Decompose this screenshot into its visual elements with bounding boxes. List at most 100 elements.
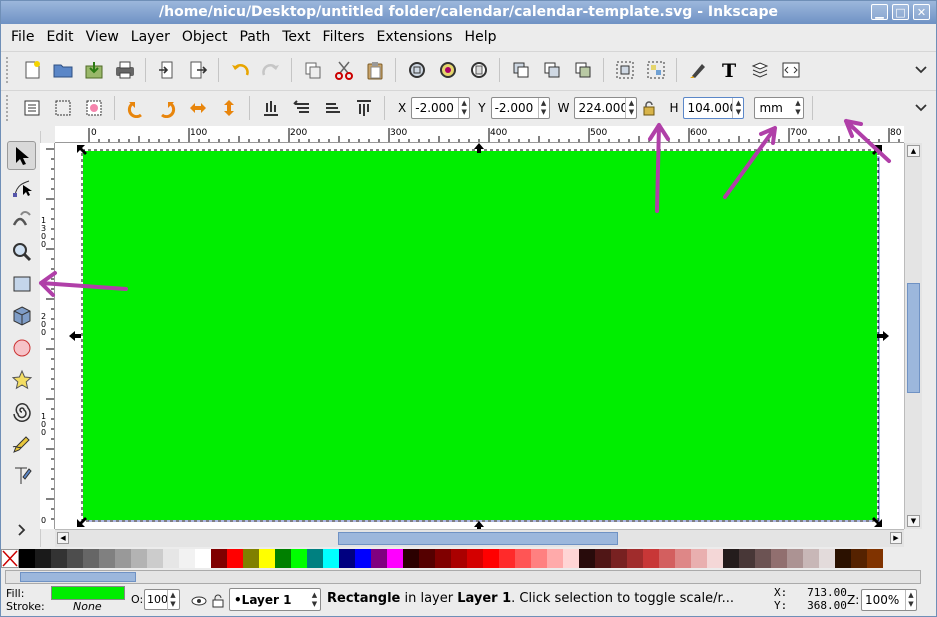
color-swatch[interactable] [163,549,179,568]
zoom-page-icon[interactable] [465,56,492,83]
scroll-up-icon[interactable]: ▲ [907,145,920,157]
color-swatch[interactable] [627,549,643,568]
xml-editor-icon[interactable] [777,56,804,83]
close-button[interactable]: ✕ [913,4,930,20]
pen-tool-icon[interactable] [7,461,36,490]
lock-proportions-icon[interactable] [639,94,659,121]
color-swatch[interactable] [179,549,195,568]
palette-scrollbar[interactable] [5,570,921,584]
vertical-scroll-thumb[interactable] [907,283,920,393]
color-swatch[interactable] [403,549,419,568]
save-icon[interactable] [80,56,107,83]
color-swatch[interactable] [99,549,115,568]
w-spinbox[interactable]: ▲▼ [574,96,638,119]
title-bar[interactable]: /home/nicu/Desktop/untitled folder/calen… [1,1,936,24]
color-swatch[interactable] [835,549,851,568]
scale-handle-s-icon[interactable] [474,521,484,529]
scale-handle-sw-icon[interactable] [77,517,87,527]
unit-select[interactable]: mm ▲ ▼ [754,96,805,119]
color-swatch[interactable] [771,549,787,568]
y-input[interactable] [491,100,538,115]
stroke-value[interactable]: None [73,600,102,613]
color-swatch[interactable] [499,549,515,568]
w-stepper[interactable]: ▲ ▼ [625,97,636,118]
rotate-cw-icon[interactable] [153,94,180,121]
color-swatch[interactable] [227,549,243,568]
menu-extensions[interactable]: Extensions [371,29,459,45]
color-swatch[interactable] [275,549,291,568]
zoom-tool-icon[interactable] [7,237,36,266]
x-spinbox[interactable]: ▲▼ [411,96,471,119]
raise-icon[interactable] [288,94,315,121]
zoom-selection-icon[interactable] [403,56,430,83]
open-icon[interactable] [49,56,76,83]
undo-icon[interactable] [226,56,253,83]
duplicate-icon[interactable] [507,56,534,83]
color-swatch[interactable] [243,549,259,568]
h-input[interactable] [684,100,733,115]
select-all-layers-icon[interactable] [49,94,76,121]
toolbar-overflow-chevron-icon[interactable] [907,56,934,83]
vertical-ruler[interactable]: 1 3 0 0 2 0 0 1 0 0 0 [40,143,55,529]
menu-text[interactable]: Text [276,29,316,45]
color-swatch[interactable] [323,549,339,568]
color-swatch[interactable] [787,549,803,568]
spiral-tool-icon[interactable] [7,397,36,426]
color-swatch[interactable] [451,549,467,568]
toolbar-grip[interactable] [6,94,10,121]
color-swatch[interactable] [131,549,147,568]
selected-rectangle[interactable] [83,151,877,520]
menu-file[interactable]: File [5,29,40,45]
lower-to-bottom-icon[interactable] [350,94,377,121]
layer-select[interactable]: •Layer 1 ▲ ▼ [229,588,321,611]
toolbar-grip[interactable] [6,56,10,83]
color-swatch[interactable] [867,549,883,568]
text-font-icon[interactable]: T [715,56,742,83]
color-swatch[interactable] [435,549,451,568]
node-tool-icon[interactable] [7,173,36,202]
layers-icon[interactable] [746,56,773,83]
color-swatch[interactable] [147,549,163,568]
zoom-stepper[interactable]: ▲ ▼ [905,590,916,610]
menu-path[interactable]: Path [233,29,276,45]
color-swatch[interactable] [307,549,323,568]
minimize-button[interactable]: ▁ [871,4,888,20]
color-swatch[interactable] [803,549,819,568]
3d-box-tool-icon[interactable] [7,301,36,330]
redo-icon[interactable] [257,56,284,83]
select-all-icon[interactable] [18,94,45,121]
ellipse-tool-icon[interactable] [7,333,36,362]
x-input[interactable] [412,100,459,115]
palette-scroll-thumb[interactable] [20,572,136,582]
zoom-spinbox[interactable]: 100% ▲ ▼ [861,589,917,611]
opacity-value[interactable]: 100 [145,593,167,606]
vertical-scrollbar[interactable]: ▲ ▼ [904,143,922,529]
color-swatch[interactable] [819,549,835,568]
color-swatch[interactable] [371,549,387,568]
color-swatch[interactable] [211,549,227,568]
opacity-stepper[interactable]: ▲ ▼ [167,589,178,610]
menu-filters[interactable]: Filters [317,29,371,45]
scroll-right-icon[interactable]: ▶ [890,532,902,544]
color-swatch[interactable] [531,549,547,568]
fill-stroke-icon[interactable] [684,56,711,83]
menu-view[interactable]: View [80,29,125,45]
color-swatch[interactable] [67,549,83,568]
new-document-icon[interactable] [18,56,45,83]
color-swatch[interactable] [611,549,627,568]
color-swatch[interactable] [691,549,707,568]
scale-handle-w-icon[interactable] [69,331,81,341]
color-swatch[interactable] [419,549,435,568]
pencil-tool-icon[interactable] [7,429,36,458]
maximize-button[interactable]: □ [892,4,909,20]
horizontal-scroll-thumb[interactable] [338,532,618,545]
color-swatch[interactable] [291,549,307,568]
color-swatch[interactable] [355,549,371,568]
color-swatch[interactable] [35,549,51,568]
horizontal-ruler[interactable]: 0 100 200 300 400 500 600 700 80 [55,126,904,143]
color-swatch[interactable] [755,549,771,568]
h-spinbox[interactable]: ▲▼ [683,96,745,119]
ungroup-icon[interactable] [642,56,669,83]
copy-icon[interactable] [299,56,326,83]
clone-icon[interactable] [538,56,565,83]
